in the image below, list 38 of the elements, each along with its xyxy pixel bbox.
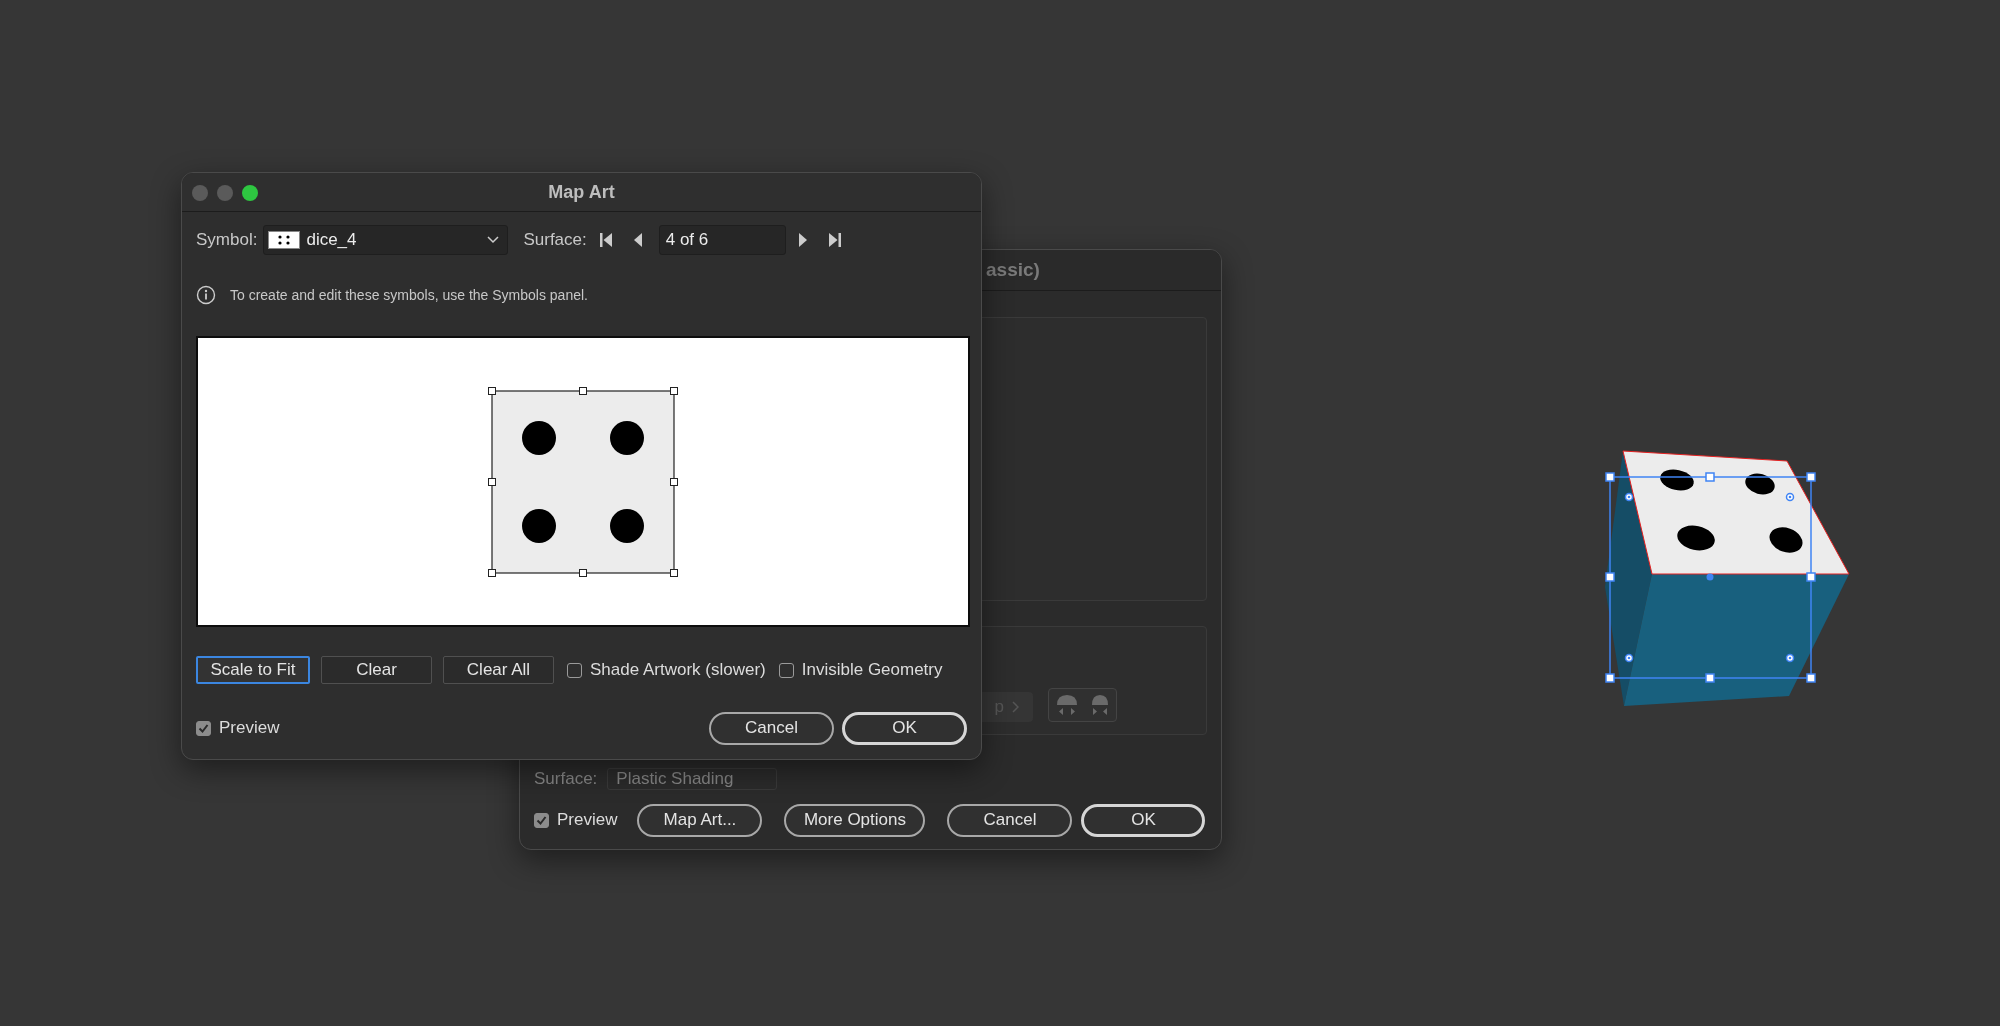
preview-checkbox[interactable] (196, 720, 211, 736)
caret-icon (487, 236, 500, 244)
dialog-button[interactable]: Cancel (947, 803, 1073, 837)
dome-icon (1090, 693, 1111, 717)
preview-label: Preview (557, 810, 618, 830)
symbol-label: Symbol: (196, 230, 258, 250)
dialog-button[interactable]: OK (842, 711, 967, 745)
window-title: assic) (985, 259, 1040, 281)
symbol-dropdown[interactable]: dice_4 (263, 225, 509, 255)
previous-icon[interactable] (632, 232, 643, 248)
dialog-button[interactable]: More Options (784, 803, 926, 837)
preview-label: Preview (219, 718, 280, 738)
action-button[interactable]: Clear (321, 656, 432, 684)
surface-label: Surface: (523, 230, 587, 250)
option-label: Shade Artwork (slower) (590, 660, 766, 680)
selection-box[interactable] (1605, 472, 1816, 683)
surface-field[interactable]: 4 of 6 (658, 225, 786, 255)
zoom-button[interactable] (242, 185, 258, 201)
info-icon (196, 285, 216, 305)
dome-icon (1054, 693, 1079, 717)
next-icon[interactable] (797, 232, 808, 248)
dialog-button[interactable]: Cancel (709, 711, 834, 745)
info-text: To create and edit these symbols, use the Symbols panel. (230, 287, 588, 303)
option-checkbox[interactable] (778, 662, 794, 678)
surface-label: Surface: (534, 769, 598, 789)
action-button[interactable]: Clear All (443, 656, 554, 684)
window-title: Map Art (548, 181, 615, 203)
chevron-icon (1012, 701, 1019, 713)
segmented-control[interactable] (1048, 688, 1117, 722)
option-checkbox[interactable] (567, 662, 582, 678)
dialog-button[interactable]: OK (1081, 803, 1206, 837)
option-label: Invisible Geometry (801, 660, 943, 680)
last-icon[interactable] (827, 232, 842, 248)
action-button[interactable]: Scale to Fit (196, 656, 310, 684)
first-icon[interactable] (598, 232, 613, 248)
preview-checkbox[interactable] (534, 812, 549, 828)
dialog-button[interactable]: Map Art... (637, 803, 763, 837)
die-thumbnail-icon (268, 231, 301, 249)
